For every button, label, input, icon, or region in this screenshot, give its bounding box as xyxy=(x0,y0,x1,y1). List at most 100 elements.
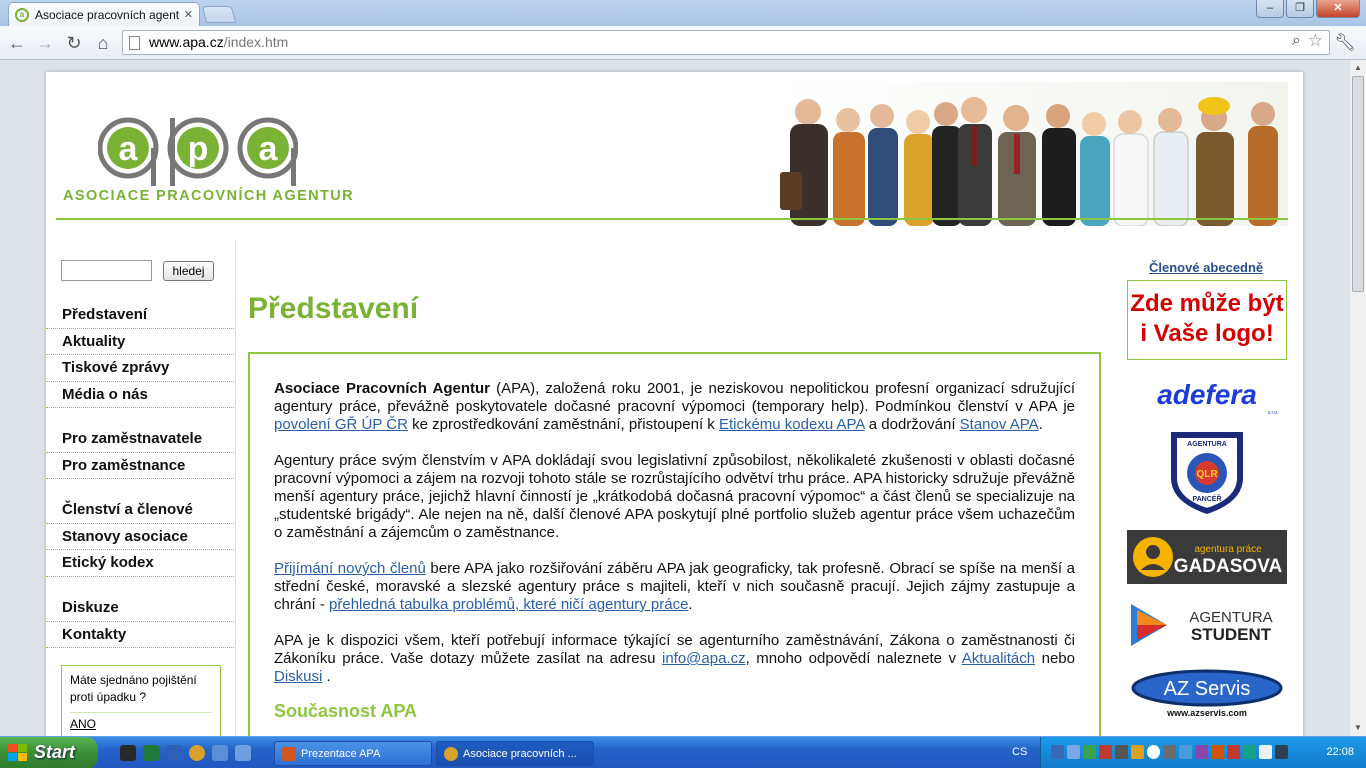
zoom-icon[interactable]: ⌕ xyxy=(1292,32,1301,50)
svg-text:p: p xyxy=(188,130,209,168)
menu-group-2: Pro zaměstnavatele Pro zaměstnance xyxy=(46,426,234,479)
menu-item-clenstvi[interactable]: Členství a členové xyxy=(46,497,234,524)
apa-logo[interactable]: a p a xyxy=(98,104,298,186)
forward-arrow-icon[interactable]: → xyxy=(34,32,56,54)
menu-item-aktuality[interactable]: Aktuality xyxy=(46,329,234,355)
site-header: a p a ASOCIACE PRACOVNÍCH AGENTUR xyxy=(46,72,1303,230)
left-sidebar: hledej Představení Aktuality Tiskové zpr… xyxy=(46,240,236,736)
poll-divider xyxy=(70,712,212,713)
tray-alert-icon[interactable] xyxy=(1227,745,1240,759)
close-window-button[interactable]: ✕ xyxy=(1316,0,1360,18)
agentura-student-logo[interactable]: AGENTURA STUDENT xyxy=(1127,598,1287,652)
tray-app-icon[interactable] xyxy=(1195,745,1208,759)
link-stanovy[interactable]: Stanov APA xyxy=(960,416,1039,433)
menu-group-4: Diskuze Kontakty xyxy=(46,595,234,648)
az-servis-logo[interactable]: AZ Servis www.azservis.com xyxy=(1127,666,1287,720)
menu-item-stanovy[interactable]: Stanovy asociace xyxy=(46,524,234,550)
tray-disc-icon[interactable] xyxy=(1147,745,1160,759)
chrome-icon[interactable] xyxy=(189,745,205,761)
insurance-poll: Máte sjednáno pojištění proti úpadku ? A… xyxy=(61,665,221,736)
az-servis-logo-url: www.azservis.com xyxy=(1166,708,1247,718)
p1-text-2: ke zprostředkování zaměstnání, přistoupe… xyxy=(407,416,719,433)
tray-network-icon[interactable] xyxy=(1051,745,1064,759)
menu-item-eticky-kodex[interactable]: Etický kodex xyxy=(46,550,234,577)
tray-sync-icon[interactable] xyxy=(1243,745,1256,759)
student-logo-line1: AGENTURA xyxy=(1189,609,1272,626)
excel-icon[interactable] xyxy=(143,745,159,761)
pancer-logo[interactable]: AGENTURA QLR PANCÉŘ s.r.o. xyxy=(1127,428,1287,516)
browser-tab-active[interactable]: a Asociace pracovních agentur ✕ xyxy=(8,2,200,26)
menu-item-pro-zamestnavatele[interactable]: Pro zaměstnavatele xyxy=(46,426,234,453)
tray-bluetooth-icon[interactable] xyxy=(1179,745,1192,759)
home-icon[interactable]: ⌂ xyxy=(92,32,114,54)
tray-antivirus-icon[interactable] xyxy=(1099,745,1112,759)
taskbar-item-browser[interactable]: Asociace pracovních ... xyxy=(436,741,594,766)
tray-printer-icon[interactable] xyxy=(1115,745,1128,759)
link-prijimani-clenu[interactable]: Přijímání nových členů xyxy=(274,560,426,577)
tray-security-icon[interactable] xyxy=(1083,745,1096,759)
address-bar[interactable]: www.apa.cz/index.htm ⌕ ☆ xyxy=(122,30,1330,55)
tray-mail-icon[interactable] xyxy=(1211,745,1224,759)
powerpoint-icon xyxy=(282,747,296,761)
search-button[interactable]: hledej xyxy=(163,261,214,281)
ad-placeholder[interactable]: Zde může být i Vaše logo! xyxy=(1127,280,1287,360)
scroll-up-icon[interactable]: ▲ xyxy=(1350,60,1366,76)
search-input[interactable] xyxy=(61,260,152,281)
menu-item-media-o-nas[interactable]: Média o nás xyxy=(46,382,234,408)
tray-update-icon[interactable] xyxy=(1131,745,1144,759)
tray-settings-icon[interactable] xyxy=(1163,745,1176,759)
intro-paragraph-4: APA je k dispozici všem, kteří potřebují… xyxy=(274,632,1075,686)
back-arrow-icon[interactable]: ← xyxy=(6,32,28,54)
tray-volume-icon[interactable] xyxy=(1259,745,1272,759)
link-povoleni[interactable]: povolení GŘ ÚP ČR xyxy=(274,416,408,433)
wrench-menu-icon[interactable]: 🔧︎ xyxy=(1334,33,1356,53)
menu-item-pro-zamestnance[interactable]: Pro zaměstnance xyxy=(46,453,234,479)
header-divider xyxy=(56,218,1288,220)
link-eticky-kodex[interactable]: Etickému kodexu APA xyxy=(719,416,865,433)
maximize-button[interactable]: ❐ xyxy=(1286,0,1314,18)
address-path: /index.htm xyxy=(223,34,289,50)
pancer-logo-top: AGENTURA xyxy=(1187,441,1227,448)
taskbar-item-prezentace[interactable]: Prezentace APA xyxy=(274,741,432,766)
menu-item-diskuze[interactable]: Diskuze xyxy=(46,595,234,622)
menu-item-predstaveni[interactable]: Představení xyxy=(46,302,234,329)
ad-line-1: Zde může být xyxy=(1130,290,1284,317)
tab-close-icon[interactable]: ✕ xyxy=(184,8,193,21)
word-icon[interactable] xyxy=(166,745,182,761)
people-banner-image xyxy=(778,82,1288,226)
menu-item-kontakty[interactable]: Kontakty xyxy=(46,622,234,648)
start-button[interactable]: Start xyxy=(0,737,98,768)
new-tab-button[interactable] xyxy=(201,6,237,23)
intro-paragraph-2: Agentury práce svým členstvím v APA dokl… xyxy=(274,452,1075,541)
language-indicator[interactable]: CS xyxy=(1012,746,1027,758)
scrollbar-thumb[interactable] xyxy=(1352,76,1364,292)
explorer-icon[interactable] xyxy=(212,745,228,761)
minimize-button[interactable]: – xyxy=(1256,0,1284,18)
page-scrollbar[interactable]: ▲ ▼ xyxy=(1349,60,1366,736)
tray-monitor-icon[interactable] xyxy=(1067,745,1080,759)
page-title: Představení xyxy=(248,292,419,325)
link-diskuse[interactable]: Diskusi xyxy=(274,668,322,685)
quicklaunch-app-icon[interactable] xyxy=(120,745,136,761)
reload-icon[interactable]: ↻ xyxy=(63,32,85,54)
bookmark-star-icon[interactable]: ☆ xyxy=(1308,31,1323,51)
menu-group-1: Představení Aktuality Tiskové zprávy Méd… xyxy=(46,302,234,408)
taskbar-clock[interactable]: 22:08 xyxy=(1326,746,1354,758)
intro-paragraph-1: Asociace Pracovních Agentur (APA), založ… xyxy=(274,380,1075,434)
svg-text:a: a xyxy=(259,130,279,168)
link-email[interactable]: info@apa.cz xyxy=(662,650,746,667)
scroll-down-icon[interactable]: ▼ xyxy=(1350,720,1366,736)
tray-power-icon[interactable] xyxy=(1275,745,1288,759)
gadasova-logo[interactable]: agentura práce GADASOVA xyxy=(1127,530,1287,584)
adefera-logo-sub: s.r.o. xyxy=(1268,410,1279,416)
page-viewport: a p a ASOCIACE PRACOVNÍCH AGENTUR hledej… xyxy=(0,60,1349,736)
poll-answer-ano[interactable]: ANO xyxy=(70,717,96,731)
adefera-logo[interactable]: adefera s.r.o. xyxy=(1127,373,1287,417)
ad-line-2: i Vaše logo! xyxy=(1140,320,1274,347)
windows-flag-icon xyxy=(8,744,27,761)
members-alphabetical-link[interactable]: Členové abecedně xyxy=(1149,260,1263,275)
desktop-icon[interactable] xyxy=(235,745,251,761)
link-aktuality[interactable]: Aktualitách xyxy=(962,650,1035,667)
link-tabulka-problemu[interactable]: přehledná tabulka problémů, které ničí a… xyxy=(329,596,688,613)
menu-item-tiskove-zpravy[interactable]: Tiskové zprávy xyxy=(46,355,234,382)
